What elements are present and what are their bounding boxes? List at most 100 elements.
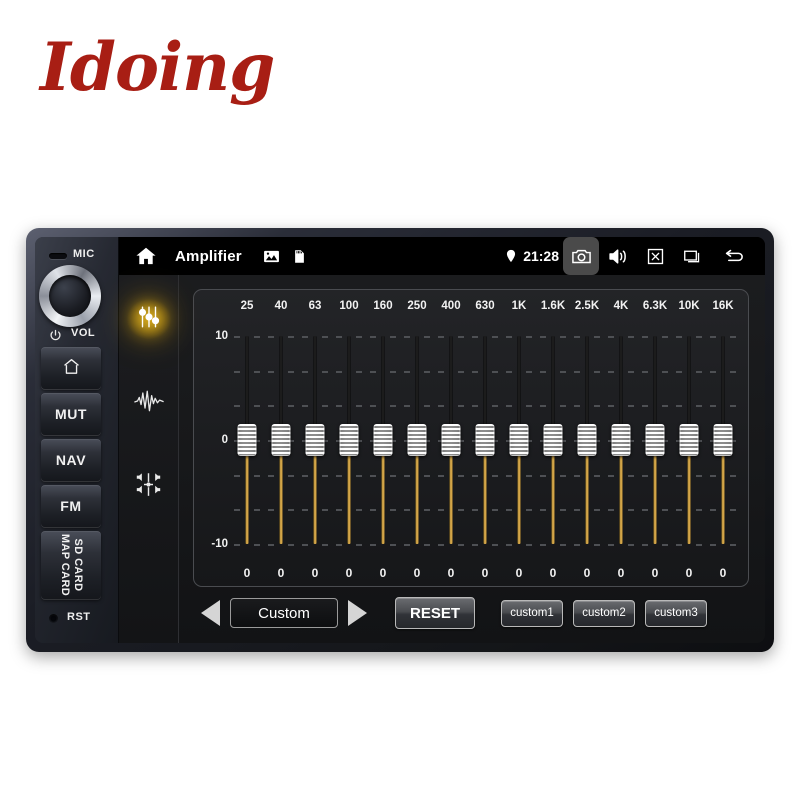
reset-pinhole[interactable] <box>49 614 58 623</box>
slider-thumb[interactable] <box>373 424 393 456</box>
band-frequency-label: 4K <box>613 300 629 312</box>
volume-knob[interactable] <box>39 265 101 327</box>
slider-thumb[interactable] <box>611 424 631 456</box>
band-frequency-label: 25 <box>240 300 254 312</box>
hw-fm-button[interactable]: FM <box>41 485 101 527</box>
hw-home-button[interactable] <box>41 347 101 389</box>
hardware-button-panel: MIC VOL MUT NAV FM SD CARD MAP CARD RST <box>35 237 119 643</box>
recents-icon[interactable] <box>673 241 711 271</box>
slider-thumb[interactable] <box>543 424 563 456</box>
home-icon[interactable] <box>129 241 163 271</box>
touchscreen: Amplifier 21:28 10 0 -10 25 0 40 0 63 0 … <box>119 237 765 643</box>
slider-thumb[interactable] <box>441 424 461 456</box>
band-value-readout: 0 <box>413 566 421 580</box>
band-value-readout: 0 <box>685 566 693 580</box>
hw-nav-label: NAV <box>55 452 87 468</box>
band-slider[interactable] <box>638 316 672 564</box>
band-slider[interactable] <box>570 316 604 564</box>
band-frequency-label: 1.6K <box>540 300 566 312</box>
band-frequency-label: 100 <box>339 300 359 312</box>
brand-logo: Idoing <box>40 28 275 106</box>
device-bezel: MIC VOL MUT NAV FM SD CARD MAP CARD RST … <box>35 237 765 643</box>
card-slot-cover[interactable]: SD CARD MAP CARD <box>41 531 101 599</box>
slider-track <box>502 316 536 564</box>
slider-thumb[interactable] <box>339 424 359 456</box>
slider-thumb[interactable] <box>679 424 699 456</box>
slider-thumb[interactable] <box>305 424 325 456</box>
band-frequency-label: 630 <box>475 300 495 312</box>
slider-track <box>672 316 706 564</box>
preset-control-bar: Custom RESET custom1 custom2 custom3 <box>193 587 749 633</box>
preset-button-2[interactable]: custom2 <box>573 599 635 627</box>
audio-mode-rail <box>119 275 179 643</box>
band-slider[interactable] <box>400 316 434 564</box>
band-frequency-label: 16K <box>712 300 734 312</box>
triangle-right-icon[interactable] <box>348 600 367 626</box>
band-frequency-label: 400 <box>441 300 461 312</box>
back-arrow-icon[interactable] <box>711 241 757 271</box>
slider-track <box>570 316 604 564</box>
band-slider[interactable] <box>604 316 638 564</box>
page-title: Amplifier <box>175 247 242 265</box>
rail-item-sound-effect[interactable] <box>127 383 171 423</box>
band-value-readout: 0 <box>515 566 523 580</box>
slider-thumb[interactable] <box>407 424 427 456</box>
band-slider[interactable] <box>672 316 706 564</box>
status-bar: Amplifier 21:28 <box>119 237 765 275</box>
hw-mute-button[interactable]: MUT <box>41 393 101 435</box>
slider-thumb[interactable] <box>271 424 291 456</box>
slider-thumb[interactable] <box>237 424 257 456</box>
band-value-readout: 0 <box>719 566 727 580</box>
band-value-readout: 0 <box>549 566 557 580</box>
sd-card-icon[interactable] <box>290 241 310 271</box>
slider-thumb[interactable] <box>713 424 733 456</box>
band-frequency-label: 63 <box>308 300 322 312</box>
band-slider[interactable] <box>434 316 468 564</box>
picture-icon[interactable] <box>260 241 284 271</box>
slider-track <box>264 316 298 564</box>
equalizer-content: 10 0 -10 25 0 40 0 63 0 100 0 160 0 250 0 400 0 630 0 1K… <box>179 275 765 643</box>
slider-thumb[interactable] <box>645 424 665 456</box>
band-slider[interactable] <box>264 316 298 564</box>
slider-track <box>230 316 264 564</box>
band-value-readout: 0 <box>447 566 455 580</box>
slider-thumb[interactable] <box>475 424 495 456</box>
band-slider[interactable] <box>706 316 740 564</box>
scale-mid-label: 0 <box>221 434 228 446</box>
preset-button-1[interactable]: custom1 <box>501 599 563 627</box>
slider-track <box>468 316 502 564</box>
band-slider[interactable] <box>468 316 502 564</box>
band-slider[interactable] <box>366 316 400 564</box>
band-slider[interactable] <box>502 316 536 564</box>
band-frequency-label: 2.5K <box>574 300 600 312</box>
slider-thumb[interactable] <box>509 424 529 456</box>
equalizer-grid: 10 0 -10 25 0 40 0 63 0 100 0 160 0 250 0 400 0 630 0 1K… <box>202 296 740 582</box>
home-icon <box>62 357 81 379</box>
slider-track <box>332 316 366 564</box>
preset-button-3[interactable]: custom3 <box>645 599 707 627</box>
camera-icon[interactable] <box>563 237 599 275</box>
band-slider[interactable] <box>536 316 570 564</box>
equalizer-panel: 10 0 -10 25 0 40 0 63 0 100 0 160 0 250 0 400 0 630 0 1K… <box>193 289 749 587</box>
triangle-left-icon[interactable] <box>201 600 220 626</box>
slider-track <box>638 316 672 564</box>
band-slider[interactable] <box>298 316 332 564</box>
speaker-icon[interactable] <box>599 241 637 271</box>
rail-item-balance-fader[interactable] <box>127 467 171 507</box>
band-slider[interactable] <box>230 316 264 564</box>
rail-item-equalizer[interactable] <box>126 299 171 339</box>
clock-time: 21:28 <box>523 248 559 264</box>
power-icon <box>49 329 62 342</box>
current-preset-display[interactable]: Custom <box>230 598 338 628</box>
mic-label: MIC <box>73 248 95 260</box>
close-box-icon[interactable] <box>637 241 673 271</box>
microphone-slot <box>49 253 67 259</box>
reset-label: RST <box>67 611 91 623</box>
band-slider[interactable] <box>332 316 366 564</box>
hw-nav-button[interactable]: NAV <box>41 439 101 481</box>
hw-mute-label: MUT <box>54 406 88 422</box>
balance-fader-icon <box>135 471 162 503</box>
reset-button[interactable]: RESET <box>395 597 475 629</box>
band-value-readout: 0 <box>345 566 353 580</box>
slider-thumb[interactable] <box>577 424 597 456</box>
